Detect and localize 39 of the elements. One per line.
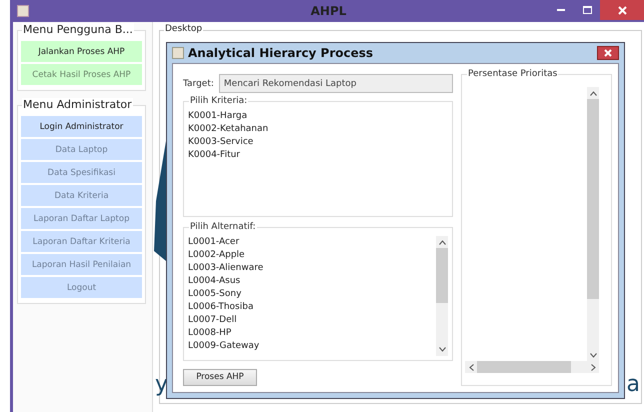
minimize-icon: [557, 9, 565, 11]
list-item[interactable]: L0001-Acer: [188, 236, 436, 250]
panel-title: Menu Administrator: [22, 98, 133, 111]
close-button[interactable]: [597, 46, 619, 60]
list-title: Pilih Alternatif:: [189, 222, 257, 232]
wallpaper-text: a: [626, 372, 640, 397]
maximize-icon: [582, 6, 592, 14]
list-item[interactable]: L0003-Alienware: [188, 262, 436, 276]
target-field[interactable]: Mencari Rekomendasi Laptop: [218, 74, 453, 93]
list-item[interactable]: L0009-Gateway: [188, 340, 436, 354]
menu-button[interactable]: Jalankan Proses AHP: [21, 41, 142, 62]
target-label: Target:: [183, 78, 214, 88]
dialog-title: Analytical Hierarcy Process: [188, 46, 374, 60]
list-item[interactable]: L0002-Apple: [188, 249, 436, 262]
list-item[interactable]: K0002-Ketahanan: [188, 123, 448, 136]
scrollbar[interactable]: [587, 87, 599, 361]
close-icon: [604, 49, 612, 57]
list-item[interactable]: K0004-Fitur: [188, 149, 448, 162]
scrollbar[interactable]: [465, 361, 599, 373]
list-title: Pilih Kriteria:: [189, 96, 248, 106]
menu-button[interactable]: Login Administrator: [21, 116, 142, 137]
close-icon: [618, 6, 626, 14]
list-item[interactable]: L0008-HP: [188, 327, 436, 340]
list-item[interactable]: L0005-Sony: [188, 288, 436, 302]
panel-title: Persentase Prioritas: [467, 69, 558, 79]
app-icon: [17, 5, 29, 17]
window-title: AHPL: [310, 4, 348, 18]
close-button[interactable]: [600, 0, 644, 20]
list-item[interactable]: L0006-Thosiba: [188, 301, 436, 314]
process-button[interactable]: Proses AHP: [183, 368, 257, 386]
list-item[interactable]: L0007-Dell: [188, 314, 436, 328]
app-icon: [172, 47, 184, 59]
panel-title: Menu Pengguna B...: [22, 23, 134, 36]
panel-title: Desktop: [164, 24, 204, 34]
wallpaper-text: y: [155, 372, 168, 397]
list-item[interactable]: K0001-Harga: [188, 110, 448, 123]
scrollbar[interactable]: [436, 236, 448, 356]
list-item[interactable]: L0004-Asus: [188, 275, 436, 288]
list-item[interactable]: K0003-Service: [188, 136, 448, 149]
